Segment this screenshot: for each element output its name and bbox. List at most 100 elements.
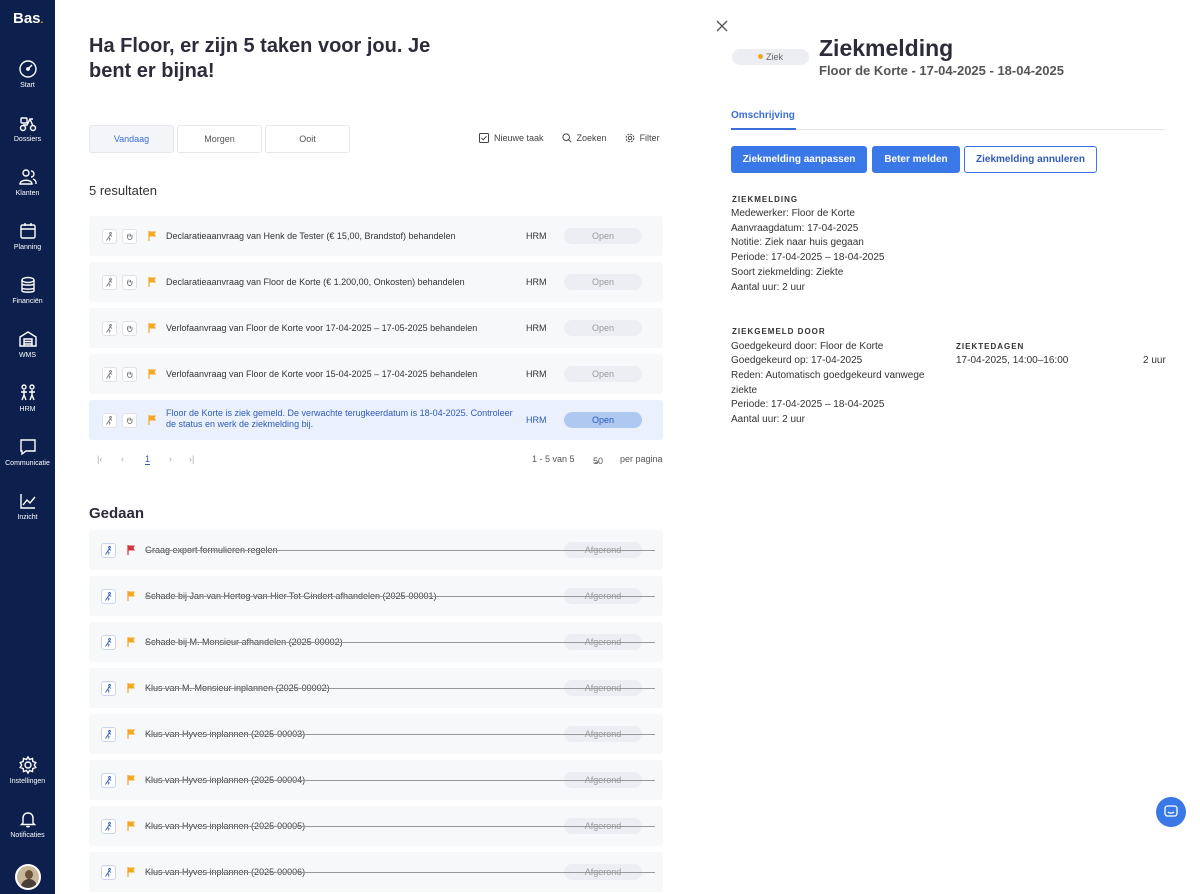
table-row[interactable]: Verlofaanvraag van Floor de Korte voor 1…: [89, 354, 663, 394]
chat-widget-button[interactable]: [1156, 797, 1186, 827]
gear-icon: [18, 755, 37, 775]
sidebar-item-communicatie[interactable]: Communicatie: [0, 437, 55, 467]
tab-vandaag[interactable]: Vandaag: [89, 125, 174, 153]
calendar-icon: [19, 223, 36, 239]
tab-ooit[interactable]: Ooit: [265, 125, 350, 153]
new-task-label: Nieuwe taak: [494, 133, 544, 143]
sidebar-item-klanten[interactable]: Klanten: [0, 167, 55, 197]
sick-day-entry: 17-04-2025, 14:00–16:00: [956, 355, 1069, 366]
run-icon-button[interactable]: [101, 819, 116, 834]
first-page-button[interactable]: |‹: [97, 454, 102, 464]
sidebar-item-label: Communicatie: [5, 460, 50, 467]
flag-icon: [148, 277, 156, 287]
run-icon-button[interactable]: [102, 229, 117, 244]
flag-icon: [148, 323, 156, 333]
day-tabs: Vandaag Morgen Ooit: [89, 125, 353, 153]
claim-icon-button[interactable]: [122, 321, 137, 336]
sidebar-item-hrm[interactable]: HRM: [0, 383, 55, 413]
list-item[interactable]: Schade bij M. Monsieur afhandelen (2025-…: [89, 622, 663, 662]
hand-icon: [127, 417, 133, 424]
tab-omschrijving[interactable]: Omschrijving: [731, 110, 795, 121]
run-icon-button[interactable]: [101, 635, 116, 650]
list-item[interactable]: Klus van Hyves inplannen (2025-00006) Af…: [89, 852, 663, 892]
last-page-button[interactable]: ›|: [189, 454, 194, 464]
sidebar-item-financien[interactable]: Financiën: [0, 275, 55, 305]
flag-icon: [127, 821, 135, 831]
run-icon-button[interactable]: [101, 589, 116, 604]
run-icon-button[interactable]: [102, 413, 117, 428]
flag-icon: [148, 231, 156, 241]
strike-line: [145, 596, 655, 597]
task-title: Verlofaanvraag van Floor de Korte voor 1…: [166, 369, 478, 379]
sidebar-item-label: Klanten: [15, 190, 40, 197]
sick-report-panel: Ziek Ziekmelding Floor de Korte - 17-04-…: [700, 0, 1200, 894]
gauge-icon: [18, 60, 37, 78]
status-dot: [757, 54, 763, 59]
table-row-selected[interactable]: Floor de Korte is ziek gemeld. De verwac…: [89, 400, 663, 440]
search-button[interactable]: Zoeken: [561, 133, 607, 143]
list-item[interactable]: Klus van M. Monsieur inplannen (2025-000…: [89, 668, 663, 708]
claim-icon-button[interactable]: [122, 275, 137, 290]
filter-button[interactable]: Filter: [625, 133, 660, 143]
flag-icon: [127, 683, 135, 693]
sidebar-item-label: Notificaties: [10, 832, 45, 839]
list-item[interactable]: Graag export formulieren regelen Afgeron…: [89, 530, 663, 570]
sidebar-item-label: Dossiers: [13, 136, 42, 143]
running-icon: [105, 638, 112, 647]
sidebar-item-inzicht[interactable]: Inzicht: [0, 491, 55, 521]
run-icon-button[interactable]: [101, 543, 116, 558]
page-number[interactable]: 1: [145, 454, 151, 465]
tab-morgen[interactable]: Morgen: [177, 125, 262, 153]
table-row[interactable]: Declaratieaanvraag van Henk de Tester (€…: [89, 216, 663, 256]
cancel-sick-report-button[interactable]: Ziekmelding annuleren: [964, 146, 1097, 173]
section-header-ziektedagen: ZIEKTEDAGEN: [956, 342, 1025, 351]
strike-line: [145, 780, 655, 781]
run-icon-button[interactable]: [102, 367, 117, 382]
checkbox-icon: [479, 133, 489, 143]
claim-icon-button[interactable]: [122, 229, 137, 244]
list-item[interactable]: Klus van Hyves inplannen (2025-00004) Af…: [89, 760, 663, 800]
edit-sick-report-button[interactable]: Ziekmelding aanpassen: [731, 146, 867, 173]
app-logo[interactable]: Bas.: [13, 10, 43, 27]
prev-page-button[interactable]: ‹: [121, 454, 124, 464]
sidebar-item-dossiers[interactable]: Dossiers: [0, 113, 55, 143]
task-category: HRM: [526, 323, 547, 333]
results-count: 5 resultaten: [89, 183, 157, 198]
detail-line: Aantal uur: 2 uur: [731, 282, 805, 293]
sidebar-item-notificaties[interactable]: Notificaties: [0, 809, 55, 839]
run-icon-button[interactable]: [101, 727, 116, 742]
run-icon-button[interactable]: [101, 865, 116, 880]
sidebar-item-start[interactable]: Start: [0, 59, 55, 89]
list-item[interactable]: Klus van Hyves inplannen (2025-00003) Af…: [89, 714, 663, 754]
run-icon-button[interactable]: [102, 275, 117, 290]
run-icon-button[interactable]: [101, 681, 116, 696]
task-category: HRM: [526, 415, 547, 425]
flag-icon: [127, 637, 135, 647]
sidebar-item-label: Inzicht: [17, 514, 38, 521]
sidebar-item-wms[interactable]: WMS: [0, 329, 55, 359]
logo-dot: .: [40, 15, 44, 26]
strike-line: [145, 550, 655, 551]
list-item[interactable]: Schade bij Jan van Hertog van Hier Tot G…: [89, 576, 663, 616]
claim-icon-button[interactable]: [122, 367, 137, 382]
sidebar-item-instellingen[interactable]: Instellingen: [0, 755, 55, 785]
close-icon[interactable]: [716, 20, 728, 32]
table-row[interactable]: Declaratieaanvraag van Floor de Korte (€…: [89, 262, 663, 302]
status-badge: Ziek: [732, 49, 809, 65]
list-item[interactable]: Klus van Hyves inplannen (2025-00005) Af…: [89, 806, 663, 846]
flag-icon: [127, 867, 135, 877]
detail-line: Soort ziekmelding: Ziekte: [731, 267, 844, 278]
task-title: Verlofaanvraag van Floor de Korte voor 1…: [166, 323, 478, 333]
report-better-button[interactable]: Beter melden: [872, 146, 960, 173]
sidebar-item-label: Instellingen: [9, 778, 46, 785]
search-label: Zoeken: [576, 133, 607, 143]
run-icon-button[interactable]: [101, 773, 116, 788]
table-row[interactable]: Verlofaanvraag van Floor de Korte voor 1…: [89, 308, 663, 348]
next-page-button[interactable]: ›: [169, 454, 172, 464]
claim-icon-button[interactable]: [122, 413, 137, 428]
avatar[interactable]: [15, 864, 41, 890]
new-task-button[interactable]: Nieuwe taak: [479, 133, 544, 143]
sidebar-item-planning[interactable]: Planning: [0, 221, 55, 251]
run-icon-button[interactable]: [102, 321, 117, 336]
gear-icon: [625, 133, 634, 143]
